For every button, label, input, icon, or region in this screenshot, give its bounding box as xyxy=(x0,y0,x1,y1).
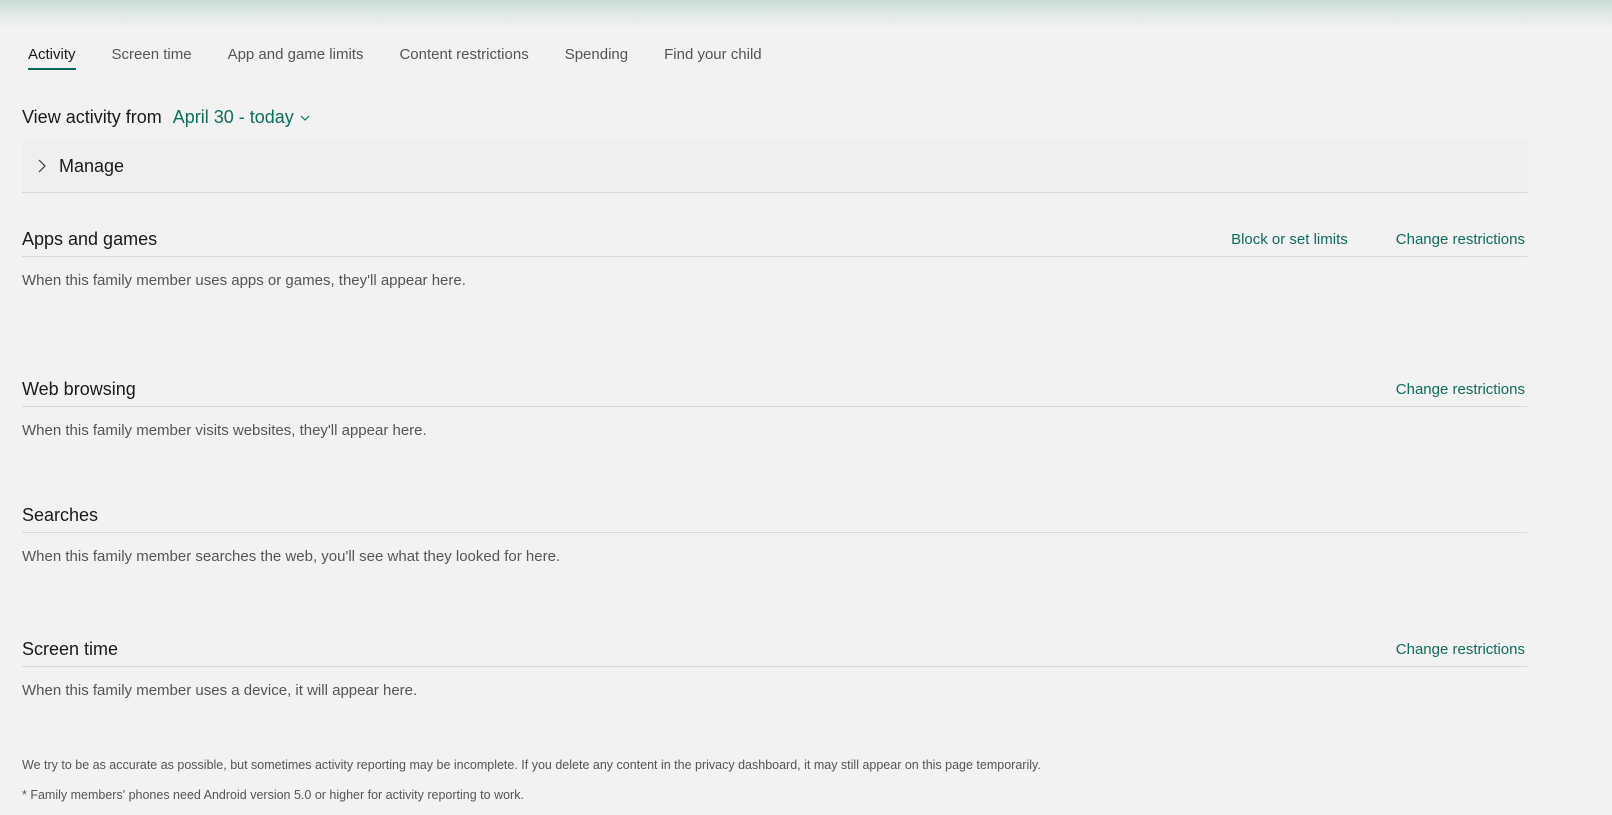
view-activity-label: View activity from xyxy=(22,107,162,127)
tab-find-your-child[interactable]: Find your child xyxy=(664,46,762,70)
section-header: Searches xyxy=(22,498,1527,533)
block-or-set-limits-link[interactable]: Block or set limits xyxy=(1231,231,1348,248)
section-header: Web browsing Change restrictions xyxy=(22,372,1527,407)
change-restrictions-link[interactable]: Change restrictions xyxy=(1396,641,1525,658)
tab-activity[interactable]: Activity xyxy=(28,46,76,70)
change-restrictions-link[interactable]: Change restrictions xyxy=(1396,381,1525,398)
web-browsing-section: Web browsing Change restrictions When th… xyxy=(22,372,1527,439)
manage-expander[interactable]: Manage xyxy=(22,140,1527,193)
section-description: When this family member searches the web… xyxy=(22,548,561,565)
section-description: When this family member visits websites,… xyxy=(22,422,427,439)
view-activity-row: View activity from April 30 - today xyxy=(22,107,310,128)
tab-bar: Activity Screen time App and game limits… xyxy=(28,46,798,70)
section-title: Screen time xyxy=(22,638,119,659)
tab-screen-time[interactable]: Screen time xyxy=(112,46,192,70)
searches-section: Searches When this family member searche… xyxy=(22,498,1527,565)
section-title: Searches xyxy=(22,504,99,525)
accuracy-footnote: We try to be as accurate as possible, bu… xyxy=(22,758,1041,772)
tab-app-and-game-limits[interactable]: App and game limits xyxy=(228,46,364,70)
chevron-right-icon xyxy=(38,159,46,173)
change-restrictions-link[interactable]: Change restrictions xyxy=(1396,231,1525,248)
date-range-dropdown[interactable]: April 30 - today xyxy=(173,107,310,128)
date-range-value: April 30 - today xyxy=(172,107,294,127)
android-footnote: * Family members' phones need Android ve… xyxy=(22,788,524,802)
apps-and-games-section: Apps and games Block or set limits Chang… xyxy=(22,222,1527,289)
tab-content-restrictions[interactable]: Content restrictions xyxy=(399,46,528,70)
section-actions: Change restrictions xyxy=(1396,641,1527,658)
section-actions: Change restrictions xyxy=(1396,381,1527,398)
section-actions: Block or set limits Change restrictions xyxy=(1231,231,1527,248)
header-gradient xyxy=(0,0,1612,28)
section-title: Apps and games xyxy=(22,228,158,249)
section-header: Apps and games Block or set limits Chang… xyxy=(22,222,1527,257)
section-header: Screen time Change restrictions xyxy=(22,632,1527,667)
screen-time-section: Screen time Change restrictions When thi… xyxy=(22,632,1527,699)
section-description: When this family member uses apps or gam… xyxy=(22,272,466,289)
manage-label: Manage xyxy=(59,155,125,176)
tab-spending[interactable]: Spending xyxy=(565,46,628,70)
section-title: Web browsing xyxy=(22,378,136,399)
section-description: When this family member uses a device, i… xyxy=(22,682,418,699)
chevron-down-icon xyxy=(300,115,310,121)
